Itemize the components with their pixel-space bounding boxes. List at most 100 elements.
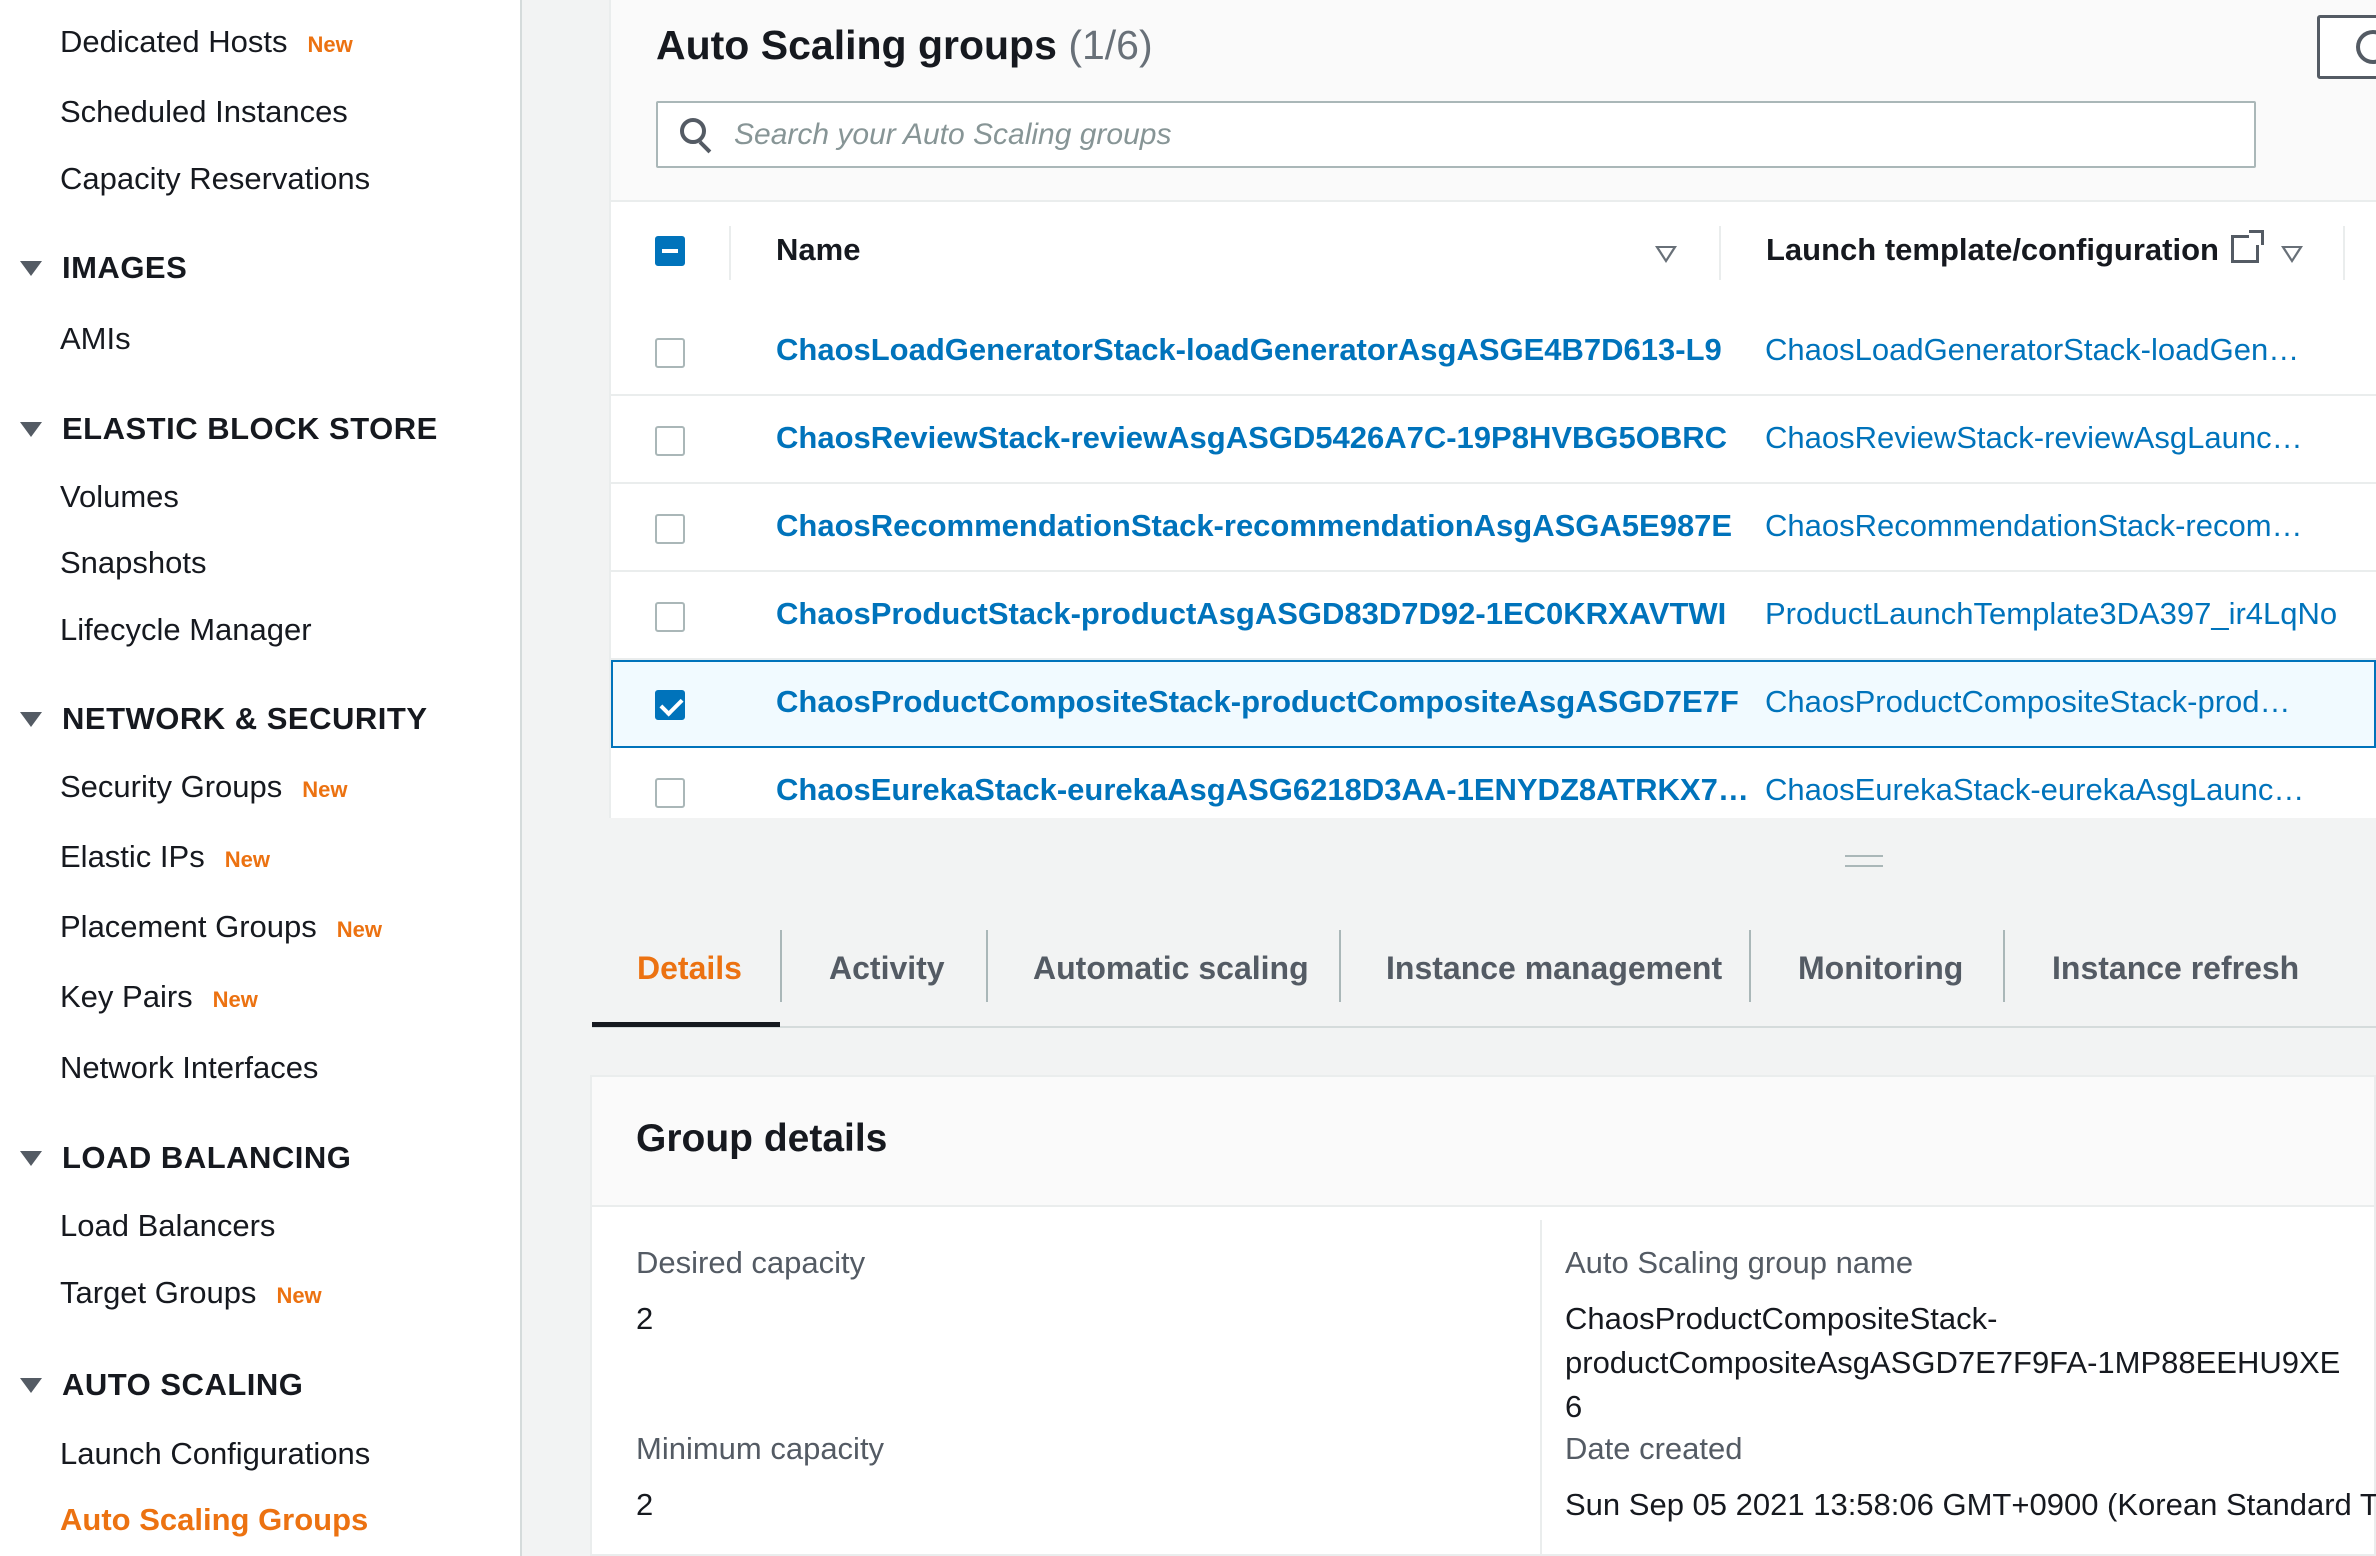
column-divider [729,226,731,280]
column-header-name[interactable]: Name [776,232,860,268]
tab-instance-refresh[interactable]: Instance refresh [2052,950,2299,987]
row-checkbox[interactable] [655,338,685,368]
sort-caret-icon[interactable] [2281,246,2303,264]
selection-count: (1/6) [1068,22,1153,68]
asg-name-link[interactable]: ChaosProductCompositeStack-productCompos… [776,684,1800,720]
launch-template-link[interactable]: ChaosProductCompositeStack-prod… [1765,684,2376,720]
launch-template-link[interactable]: ChaosEurekaStack-eurekaAsgLaunc… [1765,772,2376,808]
table-row[interactable]: ChaosReviewStack-reviewAsgASGD5426A7C-19… [611,396,2376,484]
table-row[interactable]: ChaosEurekaStack-eurekaAsgASG6218D3AA-1E… [611,748,2376,818]
search-input[interactable] [734,117,2234,152]
sidebar-item-snapshots[interactable]: Snapshots [60,545,207,581]
section-label: LOAD BALANCING [62,1140,352,1175]
refresh-button[interactable] [2317,15,2376,79]
section-label: IMAGES [62,250,188,285]
sidebar-item-target-groups[interactable]: Target Groups New [60,1275,322,1311]
asg-name-link[interactable]: ChaosReviewStack-reviewAsgASGD5426A7C-19… [776,420,1800,456]
column-header-label: Launch template/configuration [1766,232,2219,267]
launch-template-link[interactable]: ChaosReviewStack-reviewAsgLaunc… [1765,420,2376,456]
minimum-capacity-value: 2 [636,1487,654,1522]
tab-details[interactable]: Details [637,950,742,987]
desired-capacity-value: 2 [636,1301,654,1336]
table-row-selected[interactable]: ChaosProductCompositeStack-productCompos… [611,660,2376,748]
sidebar-item-dedicated-hosts[interactable]: Dedicated Hosts New [60,24,353,60]
sidebar-item-label: Load Balancers [60,1208,276,1243]
sidebar-item-auto-scaling-groups[interactable]: Auto Scaling Groups [60,1502,368,1538]
group-details-panel: Group details Desired capacity 2 Minimum… [590,1075,2376,1556]
sidebar-item-label: Launch Configurations [60,1436,371,1471]
active-tab-indicator [592,1022,780,1027]
asg-name-link[interactable]: ChaosLoadGeneratorStack-loadGeneratorAsg… [776,332,1800,368]
table-row[interactable]: ChaosLoadGeneratorStack-loadGeneratorAsg… [611,308,2376,396]
select-all-checkbox[interactable] [655,236,685,266]
sidebar-item-amis[interactable]: AMIs [60,321,131,357]
sidebar-item-elastic-ips[interactable]: Elastic IPs New [60,839,270,875]
date-created-value: Sun Sep 05 2021 13:58:06 GMT+0900 (Korea… [1565,1487,2376,1522]
tab-automatic-scaling[interactable]: Automatic scaling [1033,950,1309,987]
new-badge: New [307,32,353,57]
sidebar-item-scheduled-instances[interactable]: Scheduled Instances [60,94,348,130]
caret-down-icon [20,1150,42,1166]
asg-name-link[interactable]: ChaosRecommendationStack-recommendationA… [776,508,1800,544]
sidebar-item-key-pairs[interactable]: Key Pairs New [60,979,258,1015]
launch-template-link[interactable]: ChaosRecommendationStack-recom… [1765,508,2376,544]
table-row[interactable]: ChaosRecommendationStack-recommendationA… [611,484,2376,572]
row-checkbox[interactable] [655,602,685,632]
sidebar-item-security-groups[interactable]: Security Groups New [60,769,348,805]
asg-name-link[interactable]: ChaosProductStack-productAsgASGD83D7D92-… [776,596,1800,632]
new-badge: New [276,1283,322,1308]
sidebar-item-label: Capacity Reservations [60,161,371,196]
sidebar-item-label: Volumes [60,479,179,514]
tab-divider [1339,930,1341,1002]
sidebar-item-launch-configurations[interactable]: Launch Configurations [60,1436,370,1472]
section-load-balancing[interactable]: LOAD BALANCING [20,1140,351,1176]
asg-name-label: Auto Scaling group name [1565,1245,1914,1280]
split-panel-handle[interactable] [1845,855,1883,867]
tab-monitoring[interactable]: Monitoring [1798,950,1963,987]
row-checkbox[interactable] [655,778,685,808]
tab-instance-management[interactable]: Instance management [1386,950,1722,987]
column-header-launch-template[interactable]: Launch template/configuration [1766,230,2264,268]
minimum-capacity-label: Minimum capacity [636,1431,885,1466]
sidebar-item-label: Target Groups [60,1275,257,1310]
sort-caret-icon[interactable] [1655,246,1677,264]
sidebar-item-label: Elastic IPs [60,839,205,874]
row-checkbox[interactable] [655,690,685,720]
caret-down-icon [20,421,42,437]
sidebar-item-network-interfaces[interactable]: Network Interfaces [60,1050,318,1086]
sidebar-item-label: Key Pairs [60,979,193,1014]
new-badge: New [336,917,382,942]
sidebar-item-label: Security Groups [60,769,283,804]
row-checkbox[interactable] [655,426,685,456]
section-network-security[interactable]: NETWORK & SECURITY [20,701,428,737]
launch-template-link[interactable]: ChaosLoadGeneratorStack-loadGen… [1765,332,2376,368]
section-label: ELASTIC BLOCK STORE [62,411,438,446]
sidebar-item-load-balancers[interactable]: Load Balancers [60,1208,275,1244]
asg-name-link[interactable]: ChaosEurekaStack-eurekaAsgASG6218D3AA-1E… [776,772,1800,808]
tab-divider [780,930,782,1002]
search-icon [680,117,714,153]
sidebar: Dedicated Hosts New Scheduled Instances C… [0,0,522,1556]
section-images[interactable]: IMAGES [20,250,187,286]
sidebar-item-lifecycle-manager[interactable]: Lifecycle Manager [60,612,312,648]
column-divider [2343,226,2345,280]
sidebar-item-label: Placement Groups [60,909,317,944]
tab-activity[interactable]: Activity [829,950,945,987]
section-elastic-block-store[interactable]: ELASTIC BLOCK STORE [20,411,438,447]
sidebar-item-label: Scheduled Instances [60,94,348,129]
row-checkbox[interactable] [655,514,685,544]
search-box[interactable] [656,101,2256,168]
details-title: Group details [636,1117,888,1160]
column-divider [1719,226,1721,280]
caret-down-icon [20,260,42,276]
launch-template-link[interactable]: ProductLaunchTemplate3DA397_ir4LqNo [1765,596,2376,632]
sidebar-item-placement-groups[interactable]: Placement Groups New [60,909,382,945]
sidebar-item-capacity-reservations[interactable]: Capacity Reservations [60,161,370,197]
asg-name-value: ChaosProductCompositeStack-productCompos… [1565,1301,2341,1424]
section-auto-scaling[interactable]: AUTO SCALING [20,1367,303,1403]
sidebar-item-label: Snapshots [60,545,207,580]
sidebar-item-label: Network Interfaces [60,1050,319,1085]
table-row[interactable]: ChaosProductStack-productAsgASGD83D7D92-… [611,572,2376,660]
tab-divider [2003,930,2005,1002]
sidebar-item-volumes[interactable]: Volumes [60,479,179,515]
